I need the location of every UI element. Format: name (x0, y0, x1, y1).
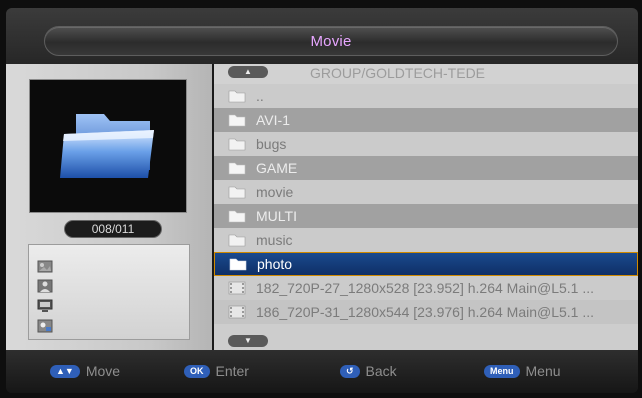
file-row-label: .. (256, 88, 264, 104)
hint-move: ▲▼ Move (50, 363, 120, 379)
hint-label: Back (365, 363, 397, 379)
settings-type-icon (35, 317, 55, 334)
file-row-label: MULTI (256, 208, 297, 224)
file-row-label: AVI-1 (256, 112, 290, 128)
hint-menu: Menu Menu (484, 363, 561, 379)
file-row-video-186[interactable]: 186_720P-31_1280x544 [23.976] h.264 Main… (214, 300, 638, 324)
folder-icon (228, 138, 246, 151)
file-row-parent[interactable]: .. (214, 84, 638, 108)
person-type-icon (35, 277, 55, 294)
file-list-panel: ▲ GROUP/GOLDTECH-TEDE .. AVI-1 bugs GAME… (214, 64, 638, 350)
folder-icon (228, 114, 246, 127)
file-row-photo-selected[interactable]: photo (214, 252, 638, 276)
folder-icon (228, 186, 246, 199)
preview-panel: 008/011 (6, 64, 212, 350)
scroll-down-button[interactable]: ▼ (228, 335, 268, 347)
file-row-avi-1[interactable]: AVI-1 (214, 108, 638, 132)
file-row-label: 182_720P-27_1280x528 [23.952] h.264 Main… (256, 280, 595, 296)
ok-key-badge: OK (184, 364, 210, 378)
folder-preview-icon (60, 114, 154, 178)
folder-icon (229, 258, 247, 271)
file-row-label: photo (257, 256, 293, 272)
move-key-badge: ▲▼ (50, 364, 80, 378)
title-bar: Movie (6, 8, 638, 64)
file-row-music[interactable]: music (214, 228, 638, 252)
file-row-video-182[interactable]: 182_720P-27_1280x528 [23.952] h.264 Main… (214, 276, 638, 300)
page-title: Movie (310, 33, 352, 50)
scroll-up-button[interactable]: ▲ (228, 66, 268, 78)
folder-icon (228, 90, 246, 103)
title-pill: Movie (44, 26, 618, 56)
monitor-type-icon (35, 297, 55, 314)
film-icon (228, 281, 246, 295)
file-row-label: bugs (256, 136, 287, 152)
current-path: GROUP/GOLDTECH-TEDE (310, 65, 486, 81)
media-type-panel (28, 244, 190, 340)
back-key-badge: ↺ (340, 364, 360, 378)
preview-thumbnail (30, 80, 186, 212)
hint-back: ↺ Back (340, 363, 397, 379)
file-counter: 008/011 (64, 220, 162, 238)
file-row-label: GAME (256, 160, 298, 176)
folder-icon (228, 210, 246, 223)
film-icon (228, 305, 246, 319)
hint-label: Menu (525, 363, 561, 379)
hint-label: Move (85, 363, 121, 379)
file-row-multi[interactable]: MULTI (214, 204, 638, 228)
media-player-screen: Movie 008/011 ▲ GROUP/GOLDTECH-TEDE .. A… (6, 8, 638, 393)
menu-key-badge: Menu (484, 364, 520, 378)
folder-icon (228, 234, 246, 247)
file-row-bugs[interactable]: bugs (214, 132, 638, 156)
photo-type-icon (35, 257, 55, 274)
hint-enter: OK Enter (184, 363, 249, 379)
file-row-movie[interactable]: movie (214, 180, 638, 204)
file-row-label: music (256, 232, 293, 248)
file-row-label: 186_720P-31_1280x544 [23.976] h.264 Main… (256, 304, 595, 320)
hint-bar: ▲▼ Move OK Enter ↺ Back Menu Menu (6, 350, 638, 393)
file-row-label: movie (256, 184, 294, 200)
hint-label: Enter (215, 363, 249, 379)
folder-icon (228, 162, 246, 175)
path-bar: ▲ GROUP/GOLDTECH-TEDE (214, 64, 638, 84)
file-row-game[interactable]: GAME (214, 156, 638, 180)
